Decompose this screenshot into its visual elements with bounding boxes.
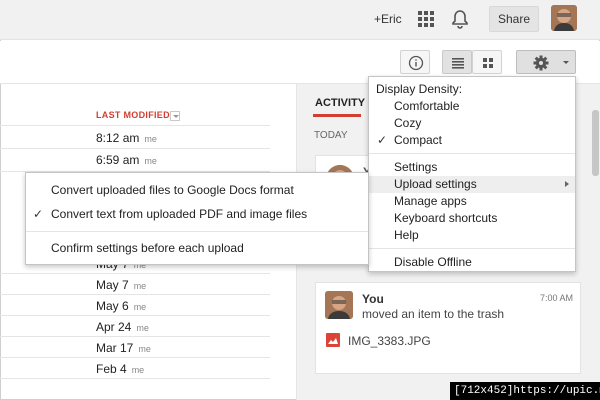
activity-description: moved an item to the trash xyxy=(362,307,505,321)
row-divider xyxy=(0,336,270,337)
row-divider xyxy=(0,315,270,316)
grid-view-icon xyxy=(483,58,493,68)
menu-separator xyxy=(369,153,575,154)
menu-separator xyxy=(26,231,368,232)
menu-item-comfortable[interactable]: Comfortable xyxy=(369,98,575,115)
row-divider xyxy=(0,357,270,358)
menu-item-disable-offline[interactable]: Disable Offline xyxy=(369,254,575,271)
file-row-modified[interactable]: May 6 me xyxy=(96,299,146,313)
settings-gear-button[interactable] xyxy=(516,50,576,74)
tab-activity[interactable]: ACTIVITY xyxy=(315,97,365,109)
last-modified-column-header[interactable]: LAST MODIFIED xyxy=(96,110,170,120)
watermark: [712x452]https://upic.me/ xyxy=(450,382,600,400)
google-plus-profile-link[interactable]: +Eric xyxy=(374,12,402,26)
details-button[interactable] xyxy=(400,50,430,74)
menu-item-help[interactable]: Help xyxy=(369,227,575,244)
checkmark-icon: ✓ xyxy=(377,133,388,147)
upload-option-ocr[interactable]: ✓ Convert text from uploaded PDF and ima… xyxy=(26,206,368,223)
checkmark-icon: ✓ xyxy=(33,207,44,221)
sort-menu-icon[interactable] xyxy=(170,111,180,121)
google-top-bar: +Eric Share xyxy=(0,0,600,40)
row-divider xyxy=(0,125,270,126)
activity-timestamp: 7:00 AM xyxy=(540,293,574,303)
row-divider xyxy=(0,148,270,149)
avatar xyxy=(325,291,353,319)
row-divider xyxy=(0,294,270,295)
activity-actor: You xyxy=(362,292,384,306)
active-tab-indicator xyxy=(313,114,361,117)
file-row-modified[interactable]: May 7me xyxy=(96,278,146,292)
file-row-modified[interactable]: 8:12 am me xyxy=(96,131,157,145)
image-file-icon xyxy=(326,333,340,347)
menu-item-cozy[interactable]: Cozy xyxy=(369,115,575,132)
menu-item-manage-apps[interactable]: Manage apps xyxy=(369,193,575,210)
file-row-modified[interactable]: Mar 17 me xyxy=(96,341,151,355)
notifications-bell-icon[interactable] xyxy=(451,9,469,29)
menu-item-settings[interactable]: Settings xyxy=(369,159,575,176)
apps-grid-icon[interactable] xyxy=(418,11,434,27)
menu-separator xyxy=(369,248,575,249)
gear-icon xyxy=(533,55,569,71)
file-row-modified[interactable]: 6:59 am me xyxy=(96,153,157,167)
today-section-label: TODAY xyxy=(314,130,348,141)
menu-item-keyboard-shortcuts[interactable]: Keyboard shortcuts xyxy=(369,210,575,227)
info-icon xyxy=(408,55,424,71)
share-button[interactable]: Share xyxy=(489,6,539,32)
upload-settings-submenu: Convert uploaded files to Google Docs fo… xyxy=(25,172,369,265)
file-row-modified[interactable]: Apr 24 me xyxy=(96,320,149,334)
list-view-button[interactable] xyxy=(442,50,472,74)
upload-option-convert-docs[interactable]: Convert uploaded files to Google Docs fo… xyxy=(26,182,368,199)
menu-item-upload-settings[interactable]: Upload settings xyxy=(369,176,575,193)
upload-option-confirm[interactable]: Confirm settings before each upload xyxy=(26,240,368,257)
activity-card[interactable]: You moved an item to the trash 7:00 AM I… xyxy=(315,282,581,374)
grid-view-button[interactable] xyxy=(472,50,502,74)
activity-file-link[interactable]: IMG_3383.JPG xyxy=(348,334,431,348)
account-avatar[interactable] xyxy=(551,5,577,31)
submenu-arrow-icon xyxy=(565,181,569,187)
file-row-modified[interactable]: Feb 4 me xyxy=(96,362,144,376)
list-view-icon xyxy=(452,58,464,69)
density-heading: Display Density: xyxy=(376,82,463,96)
menu-item-compact[interactable]: ✓ Compact xyxy=(369,132,575,149)
row-divider xyxy=(0,273,270,274)
row-divider xyxy=(0,378,270,379)
scrollbar-thumb[interactable] xyxy=(592,110,599,176)
settings-menu: Display Density: Comfortable Cozy ✓ Comp… xyxy=(368,76,576,272)
